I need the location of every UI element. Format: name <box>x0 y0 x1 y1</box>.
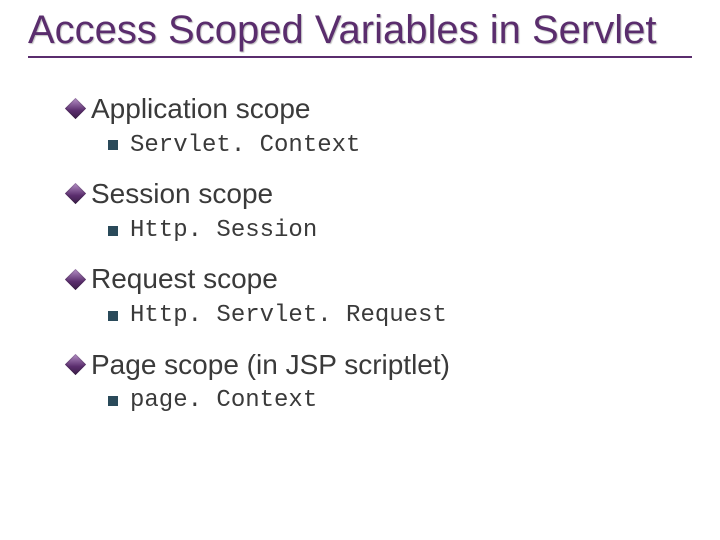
slide-content: Application scope Servlet. Context Sessi… <box>28 92 692 415</box>
item-code: Http. Servlet. Request <box>130 302 447 330</box>
item-code: page. Context <box>130 387 317 415</box>
item-heading: Request scope <box>91 262 278 296</box>
list-subitem: page. Context <box>108 387 692 415</box>
item-heading: Application scope <box>91 92 310 126</box>
square-bullet-icon <box>108 140 118 150</box>
diamond-bullet-icon <box>65 354 86 375</box>
slide-title: Access Scoped Variables in Servlet <box>28 8 692 52</box>
diamond-bullet-icon <box>65 269 86 290</box>
square-bullet-icon <box>108 226 118 236</box>
list-subitem: Http. Servlet. Request <box>108 302 692 330</box>
item-heading: Page scope (in JSP scriptlet) <box>91 348 450 382</box>
list-item: Application scope <box>68 92 692 126</box>
list-item: Session scope <box>68 177 692 211</box>
diamond-bullet-icon <box>65 183 86 204</box>
diamond-bullet-icon <box>65 98 86 119</box>
list-item: Page scope (in JSP scriptlet) <box>68 348 692 382</box>
list-subitem: Http. Session <box>108 217 692 245</box>
list-item: Request scope <box>68 262 692 296</box>
item-code: Servlet. Context <box>130 132 360 160</box>
square-bullet-icon <box>108 311 118 321</box>
item-heading: Session scope <box>91 177 273 211</box>
title-underline <box>28 56 692 58</box>
slide: Access Scoped Variables in Servlet Appli… <box>0 0 720 540</box>
square-bullet-icon <box>108 396 118 406</box>
item-code: Http. Session <box>130 217 317 245</box>
list-subitem: Servlet. Context <box>108 132 692 160</box>
